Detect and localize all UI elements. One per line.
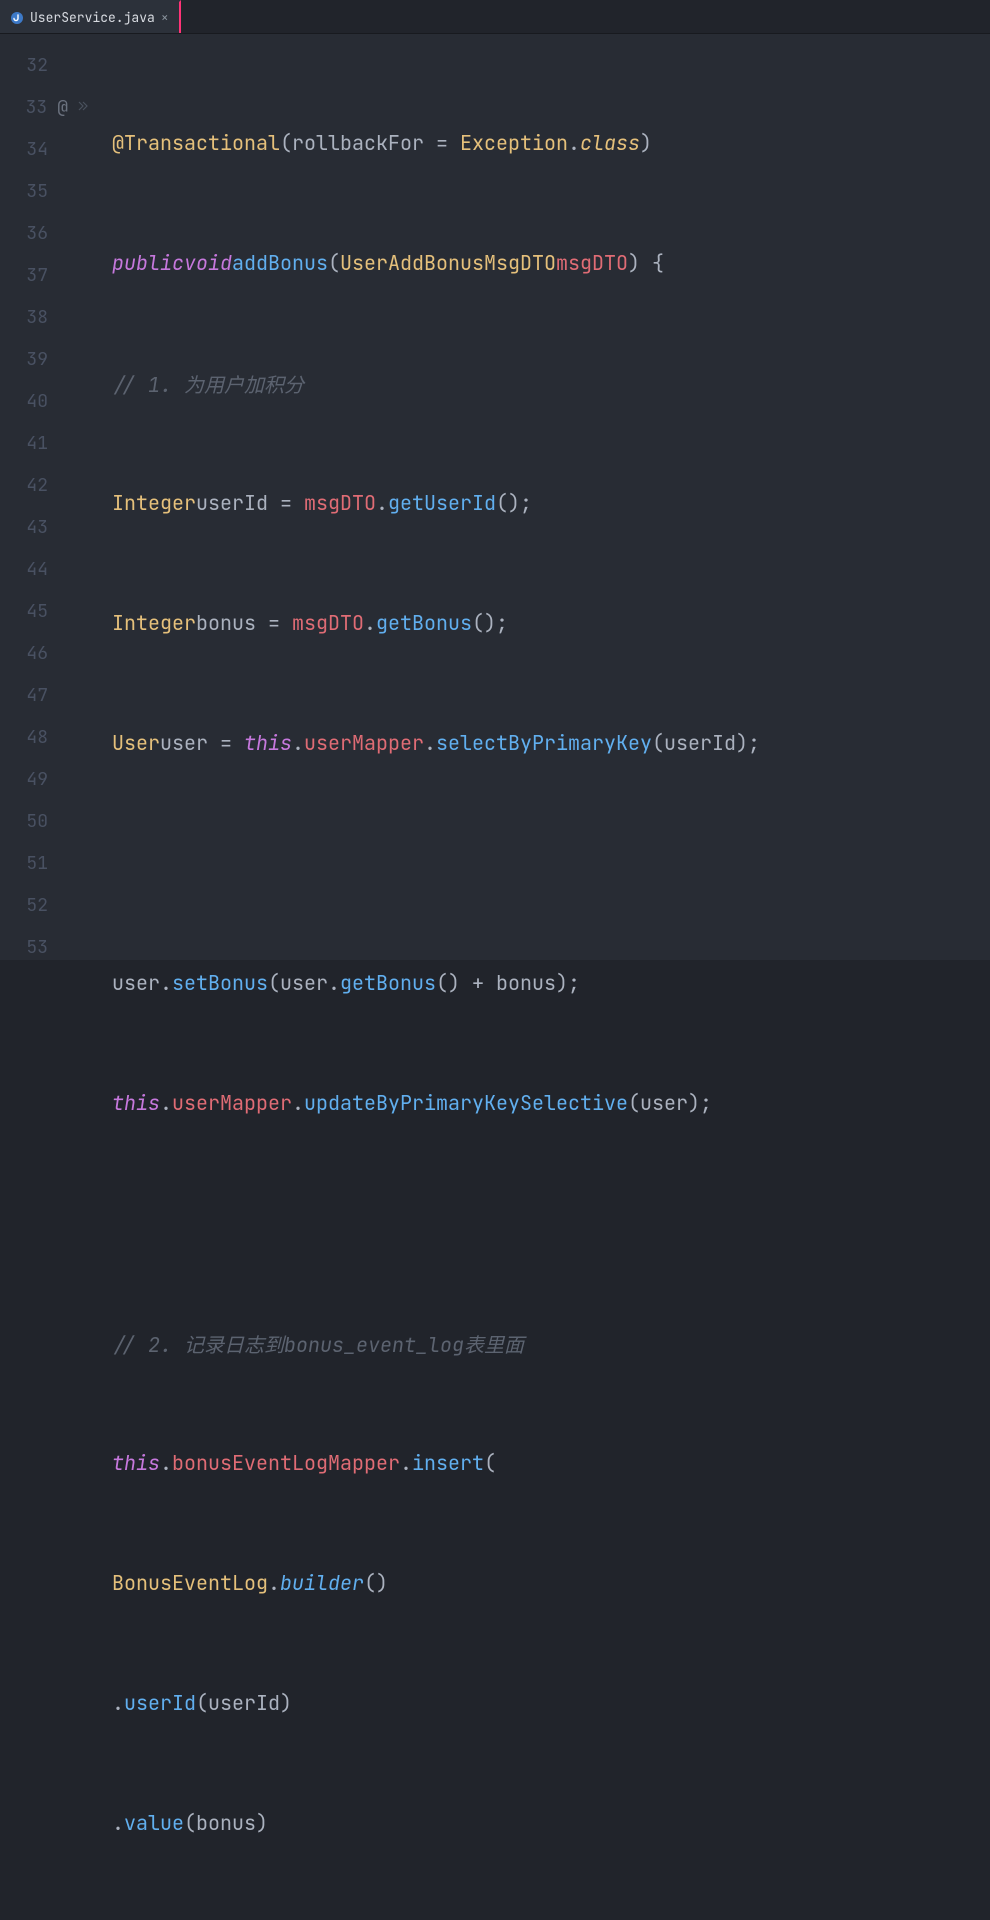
line-number: 39 — [0, 338, 102, 380]
line-number: 42 — [0, 464, 102, 506]
code-line: BonusEventLog.builder() — [112, 1562, 760, 1604]
line-number: 45 — [0, 590, 102, 632]
code-line: user.setBonus(user.getBonus() + bonus); — [112, 962, 760, 1004]
line-number: 33@ — [0, 86, 102, 128]
code-line: public void addBonus(UserAddBonusMsgDTO … — [112, 242, 760, 284]
line-number: 41 — [0, 422, 102, 464]
code-line: .value(bonus) — [112, 1802, 760, 1844]
line-number-gutter: 3233@34353637383940414243444546474849505… — [0, 34, 102, 960]
line-number: 49 — [0, 758, 102, 800]
line-number: 37 — [0, 254, 102, 296]
line-number: 44 — [0, 548, 102, 590]
line-number: 34 — [0, 128, 102, 170]
editor-tab-userservice[interactable]: UserService.java × — [0, 0, 181, 33]
code-line: .userId(userId) — [112, 1682, 760, 1724]
gutter-annotation-icon: @ — [57, 96, 68, 119]
line-number: 53 — [0, 926, 102, 968]
line-number: 46 — [0, 632, 102, 674]
line-number: 43 — [0, 506, 102, 548]
line-number: 36 — [0, 212, 102, 254]
code-line — [112, 842, 760, 884]
line-number: 51 — [0, 842, 102, 884]
line-number: 48 — [0, 716, 102, 758]
line-number: 50 — [0, 800, 102, 842]
close-icon[interactable]: × — [161, 9, 169, 26]
line-number: 52 — [0, 884, 102, 926]
tab-filename: UserService.java — [30, 9, 155, 26]
line-number: 38 — [0, 296, 102, 338]
code-area[interactable]: @Transactional(rollbackFor = Exception.c… — [102, 34, 760, 960]
code-line: Integer bonus = msgDTO.getBonus(); — [112, 602, 760, 644]
tab-bar: UserService.java × — [0, 0, 990, 34]
code-line: Integer userId = msgDTO.getUserId(); — [112, 482, 760, 524]
fold-icon[interactable] — [78, 99, 88, 115]
java-file-icon — [10, 11, 24, 25]
code-line: this.userMapper.updateByPrimaryKeySelect… — [112, 1082, 760, 1124]
line-number: 35 — [0, 170, 102, 212]
code-editor[interactable]: 3233@34353637383940414243444546474849505… — [0, 34, 990, 960]
code-line: // 1. 为用户加积分 — [112, 362, 760, 404]
line-number: 47 — [0, 674, 102, 716]
line-number: 40 — [0, 380, 102, 422]
code-line: @Transactional(rollbackFor = Exception.c… — [112, 122, 760, 164]
code-line: this.bonusEventLogMapper.insert( — [112, 1442, 760, 1484]
code-line: // 2. 记录日志到bonus_event_log表里面 — [112, 1322, 760, 1364]
code-line: User user = this.userMapper.selectByPrim… — [112, 722, 760, 764]
line-number: 32 — [0, 44, 102, 86]
code-line — [112, 1202, 760, 1244]
